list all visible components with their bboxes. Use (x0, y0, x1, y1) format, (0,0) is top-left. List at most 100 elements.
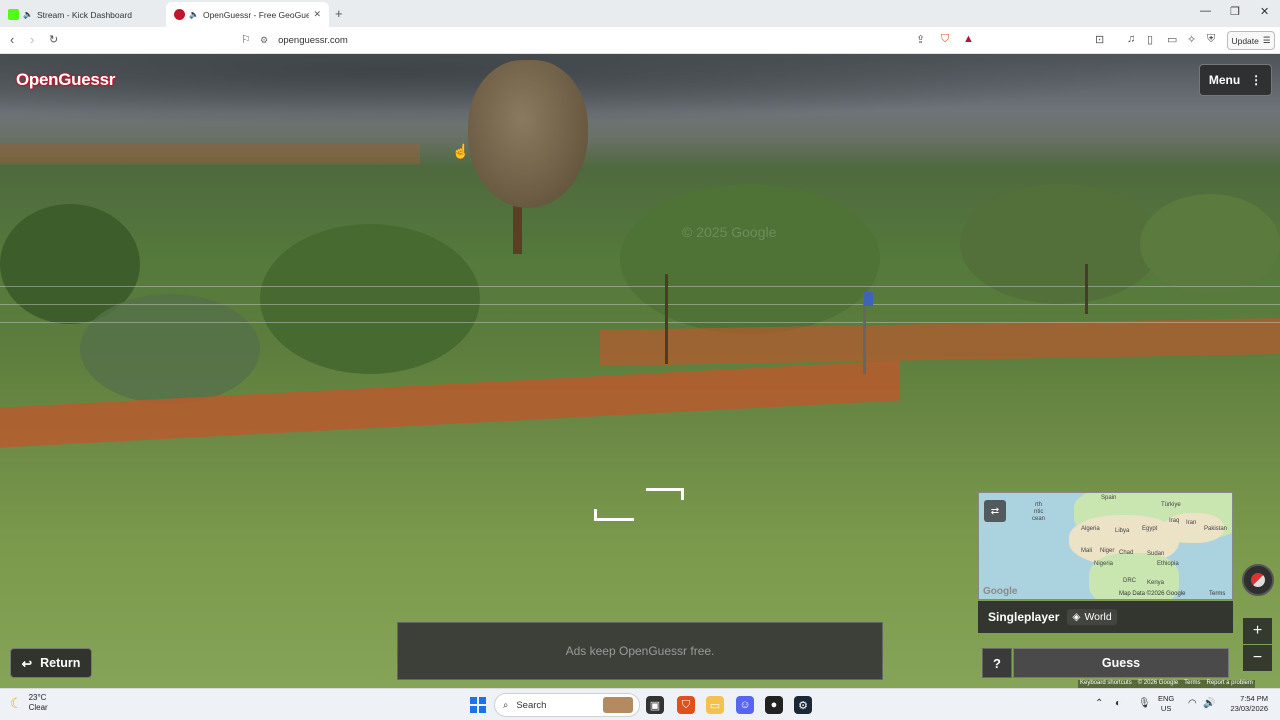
bookmark-icon[interactable]: ⚐ (241, 33, 251, 46)
wifi-icon[interactable]: ◠ (1188, 698, 1197, 709)
minimize-icon[interactable]: — (1200, 5, 1211, 17)
map-label: Iran (1186, 520, 1197, 526)
zoom-in-button[interactable]: + (1243, 618, 1272, 644)
return-button[interactable]: ↩ Return (10, 648, 92, 678)
url-text: openguessr.com (278, 35, 348, 46)
speaker-icon[interactable]: 🔈 (189, 10, 199, 19)
navigation-arrow-icon[interactable] (646, 488, 684, 500)
map-attribution: Map Data ©2026 Google (1119, 591, 1186, 597)
copyright-text: © 2026 Google (1137, 680, 1179, 686)
file-explorer-icon[interactable]: ▭ (706, 696, 724, 714)
mode-label: Singleplayer (988, 610, 1060, 624)
search-highlight-icon (603, 697, 633, 713)
discord-icon[interactable]: ☺ (736, 696, 754, 714)
weather-desc: Clear (28, 703, 48, 712)
windows-taskbar: ☾ 23°C Clear ⌕ Search ▣ ⛉ ▭ ☺ ● ⚙ ⌃ ◐ 🎙 … (0, 688, 1280, 720)
map-scope-selector[interactable]: ◈ World (1067, 609, 1117, 625)
muted-speaker-icon[interactable]: 🔈 (23, 10, 33, 19)
keyboard-shortcuts-link[interactable]: Keyboard shortcuts (1080, 680, 1132, 688)
openguessr-logo[interactable]: OpenGuessr (16, 70, 115, 90)
map-label: Iraq (1169, 518, 1180, 524)
map-label: ntic (1034, 509, 1044, 515)
map-terms-link[interactable]: Terms (1209, 591, 1225, 597)
task-view-icon[interactable]: ▣ (646, 696, 664, 714)
return-label: Return (40, 656, 81, 670)
layers-icon: ◈ (1072, 611, 1081, 623)
hamburger-menu-icon: ☰ (1262, 35, 1271, 45)
taskbar-search[interactable]: ⌕ Search (494, 693, 640, 717)
tab-openguessr[interactable]: 🔈 OpenGuessr - Free GeoGuessr ✕ (166, 2, 329, 27)
bush (1140, 194, 1280, 294)
fence-wire (0, 322, 1280, 323)
kebab-menu-icon: ⋮ (1250, 73, 1263, 87)
weather-widget[interactable]: ☾ 23°C Clear (10, 693, 48, 713)
microphone-icon[interactable]: 🎙 (1138, 698, 1151, 709)
zoom-out-button[interactable]: − (1243, 645, 1272, 671)
blue-sign (864, 292, 873, 306)
terms-link[interactable]: Terms (1184, 680, 1200, 688)
obs-icon[interactable]: ● (765, 696, 783, 714)
compass-icon[interactable] (1242, 564, 1274, 596)
site-info-icon[interactable]: ⚙ (260, 35, 268, 46)
report-problem-link[interactable]: Report a problem (1207, 680, 1253, 688)
weaver-nest (468, 60, 588, 208)
new-tab-button[interactable]: + (335, 6, 343, 21)
update-label: Update (1231, 35, 1259, 46)
map-label: rth (1035, 502, 1043, 508)
map-label: Türkiye (1161, 502, 1181, 508)
reload-icon[interactable]: ↻ (49, 33, 58, 46)
menu-button[interactable]: Menu ⋮ (1199, 64, 1272, 96)
restore-icon[interactable]: ❐ (1230, 5, 1240, 18)
update-button[interactable]: Update ☰ (1227, 31, 1275, 50)
browser-toolbar: ‹ › ↻ ⚐ ⚙ openguessr.com ⇪ ⛉ ▲ ⊡ ♫ ▯ ▭ ✧… (0, 27, 1280, 54)
guess-minimap[interactable]: Spain Türkiye rth ntic cean Algeria Liby… (978, 492, 1233, 600)
kick-favicon-icon (8, 9, 19, 20)
background-red-earth (0, 144, 420, 164)
tab-search-icon[interactable]: ⊡ (1095, 33, 1104, 46)
menu-label: Menu (1208, 73, 1241, 87)
tray-app-icon[interactable]: ◐ (1115, 698, 1121, 709)
tab-title: OpenGuessr - Free GeoGuessr (202, 9, 310, 20)
close-tab-icon[interactable]: ✕ (313, 9, 321, 20)
vpn-icon[interactable]: ⛨ (1207, 33, 1215, 46)
fence-wire (0, 286, 1280, 287)
bush (260, 224, 480, 374)
sidebar-icon[interactable]: ▯ (1147, 33, 1153, 46)
forward-icon[interactable]: › (30, 32, 34, 47)
openguessr-favicon-icon (174, 9, 185, 20)
input-language[interactable]: ENG US (1158, 694, 1174, 714)
back-icon[interactable]: ‹ (10, 32, 14, 47)
ad-panel: Ads keep OpenGuessr free. (397, 622, 883, 680)
tab-kick-dashboard[interactable]: 🔈 Stream - Kick Dashboard (0, 2, 166, 27)
bush (80, 294, 260, 404)
guess-button[interactable]: Guess (1013, 648, 1229, 678)
navigation-arrow-icon[interactable] (594, 509, 634, 521)
search-icon: ⌕ (503, 699, 509, 711)
map-label: Nigeria (1094, 561, 1114, 567)
map-settings-icon[interactable]: ⇄ (984, 500, 1006, 522)
map-label: Algeria (1081, 526, 1100, 532)
street-view-panorama[interactable]: © 2025 Google ☝ OpenGuessr Menu ⋮ Spain … (0, 54, 1280, 688)
clock[interactable]: 7:54 PM 23/03/2026 (1222, 694, 1268, 714)
steam-icon[interactable]: ⚙ (794, 696, 812, 714)
brave-shields-icon[interactable]: ⛉ (941, 33, 949, 46)
brave-browser-icon[interactable]: ⛉ (677, 696, 695, 714)
leo-ai-icon[interactable]: ✧ (1187, 33, 1196, 46)
address-bar[interactable]: ⚙ openguessr.com (260, 30, 985, 51)
return-arrow-icon: ↩ (21, 656, 33, 671)
ad-text: Ads keep OpenGuessr free. (565, 644, 715, 658)
brave-rewards-icon[interactable]: ▲ (963, 33, 974, 45)
volume-icon[interactable]: 🔊 (1203, 698, 1215, 709)
help-button[interactable]: ? (982, 648, 1012, 678)
wallet-icon[interactable]: ▭ (1167, 33, 1177, 46)
map-label: cean (1032, 516, 1046, 522)
fence-post (1085, 264, 1088, 314)
map-label: Spain (1101, 495, 1117, 501)
media-icon[interactable]: ♫ (1127, 33, 1135, 45)
windows-start-icon[interactable] (470, 697, 486, 713)
fence-wire (0, 304, 1280, 305)
show-hidden-icons-icon[interactable]: ⌃ (1095, 698, 1103, 709)
close-window-icon[interactable]: ✕ (1260, 5, 1269, 18)
search-placeholder: Search (516, 699, 547, 711)
share-icon[interactable]: ⇪ (916, 33, 925, 46)
